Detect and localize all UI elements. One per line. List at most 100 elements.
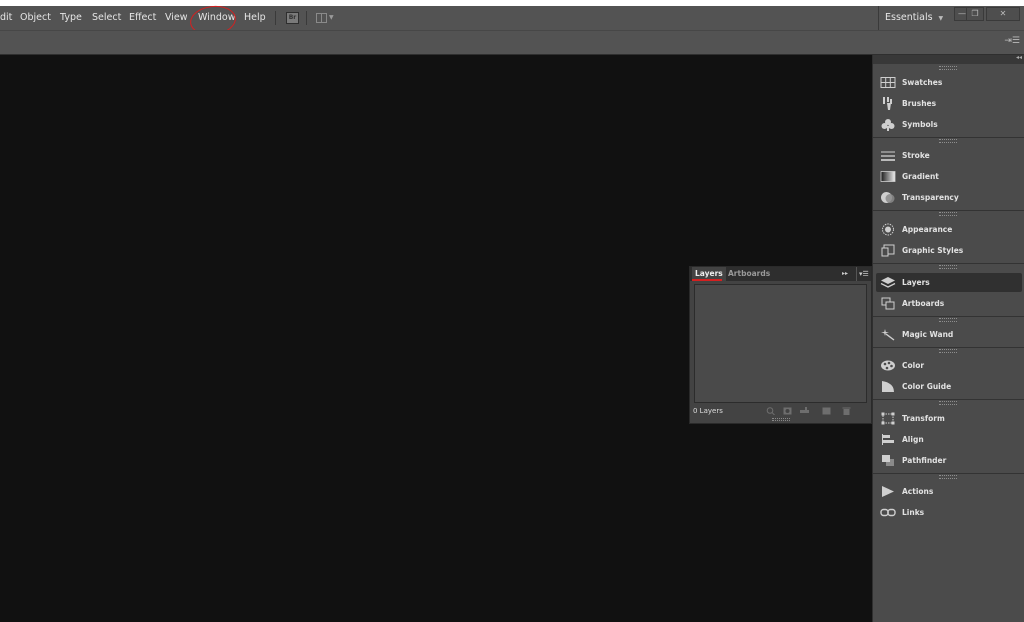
group-grip[interactable] bbox=[873, 264, 1024, 269]
group-grip[interactable] bbox=[873, 348, 1024, 353]
dock-header[interactable]: ◂◂ bbox=[873, 54, 1024, 64]
dock-item-label: Graphic Styles bbox=[902, 246, 964, 255]
tab-layers-highlight bbox=[692, 279, 722, 281]
dock-item-label: Align bbox=[902, 435, 924, 444]
menu-select[interactable]: Select bbox=[92, 6, 121, 30]
magic-wand-icon bbox=[880, 328, 896, 341]
menu-help[interactable]: Help bbox=[244, 6, 266, 30]
create-sublayer-icon[interactable] bbox=[800, 407, 809, 415]
control-bar: ⇥☰ bbox=[0, 30, 1024, 55]
tab-artboards[interactable]: Artboards bbox=[728, 267, 770, 281]
menu-bar: dit Object Type Select Effect View Windo… bbox=[0, 3, 1024, 38]
panel-resize-grip[interactable] bbox=[772, 418, 790, 421]
dock-item-color-guide[interactable]: Color Guide bbox=[876, 377, 1022, 396]
dock-item-label: Layers bbox=[902, 278, 930, 287]
group-grip[interactable] bbox=[873, 65, 1024, 70]
dock-item-label: Links bbox=[902, 508, 925, 517]
links-icon bbox=[880, 506, 896, 519]
align-icon bbox=[880, 433, 896, 446]
dock-item-links[interactable]: Links bbox=[876, 503, 1022, 522]
dock-item-label: Artboards bbox=[902, 299, 945, 308]
menu-separator bbox=[275, 11, 276, 25]
layers-panel-header[interactable]: Layers Artboards ▸▸ ▾☰ bbox=[690, 267, 871, 281]
group-grip[interactable] bbox=[873, 138, 1024, 143]
dock-item-swatches[interactable]: Swatches bbox=[876, 73, 1022, 92]
layers-panel: Layers Artboards ▸▸ ▾☰ 0 Layers bbox=[689, 266, 872, 424]
group-grip[interactable] bbox=[873, 211, 1024, 216]
graphic-styles-icon bbox=[880, 244, 896, 257]
dock-item-label: Pathfinder bbox=[902, 456, 947, 465]
menu-type[interactable]: Type bbox=[60, 6, 82, 30]
color-icon bbox=[880, 359, 896, 372]
dock-item-layers[interactable]: Layers bbox=[876, 273, 1022, 292]
group-grip[interactable] bbox=[873, 317, 1024, 322]
dock-item-color[interactable]: Color bbox=[876, 356, 1022, 375]
pathfinder-icon bbox=[880, 454, 896, 467]
collapse-panel-icon[interactable]: ▸▸ bbox=[842, 267, 848, 281]
actions-icon bbox=[880, 485, 896, 498]
dock-item-transparency[interactable]: Transparency bbox=[876, 188, 1022, 207]
appearance-icon bbox=[880, 223, 896, 236]
swatches-icon bbox=[880, 76, 896, 89]
panel-menu-icon[interactable]: ▾☰ bbox=[856, 267, 869, 281]
dock-item-magic-wand[interactable]: Magic Wand bbox=[876, 325, 1022, 344]
dock-item-appearance[interactable]: Appearance bbox=[876, 220, 1022, 239]
workspace-switcher[interactable]: Essentials ▼ bbox=[878, 6, 943, 30]
dock-item-stroke[interactable]: Stroke bbox=[876, 146, 1022, 165]
dock-item-label: Symbols bbox=[902, 120, 938, 129]
arrange-grid-icon bbox=[316, 13, 327, 23]
dock-item-label: Transform bbox=[902, 414, 945, 423]
restore-button[interactable]: ❐ bbox=[966, 7, 984, 21]
dock-item-transform[interactable]: Transform bbox=[876, 409, 1022, 428]
dock-item-label: Actions bbox=[902, 487, 934, 496]
close-button[interactable]: ✕ bbox=[986, 7, 1020, 21]
transparency-icon bbox=[880, 191, 896, 204]
bridge-button[interactable]: Br bbox=[286, 12, 299, 24]
dock-item-label: Brushes bbox=[902, 99, 937, 108]
menu-view[interactable]: View bbox=[165, 6, 188, 30]
layers-list[interactable] bbox=[694, 284, 867, 403]
layers-icon bbox=[880, 276, 896, 289]
dock-item-gradient[interactable]: Gradient bbox=[876, 167, 1022, 186]
stroke-icon bbox=[880, 149, 896, 162]
make-clipping-mask-icon[interactable] bbox=[783, 407, 792, 415]
dock-item-symbols[interactable]: Symbols bbox=[876, 115, 1022, 134]
dock-item-pathfinder[interactable]: Pathfinder bbox=[876, 451, 1022, 470]
menu-effect[interactable]: Effect bbox=[129, 6, 156, 30]
menu-separator bbox=[306, 11, 307, 25]
menu-edit[interactable]: dit bbox=[0, 6, 12, 30]
collapse-dock-icon[interactable]: ◂◂ bbox=[1016, 54, 1022, 61]
chevron-down-icon: ▼ bbox=[938, 15, 944, 22]
chevron-down-icon: ▼ bbox=[329, 14, 334, 21]
transform-icon bbox=[880, 412, 896, 425]
menu-object[interactable]: Object bbox=[20, 6, 51, 30]
brushes-icon bbox=[880, 97, 896, 110]
trash-icon[interactable] bbox=[842, 407, 851, 415]
artboards-icon bbox=[880, 297, 896, 310]
dock-item-label: Stroke bbox=[902, 151, 930, 160]
dock-item-label: Appearance bbox=[902, 225, 953, 234]
dock-item-label: Color Guide bbox=[902, 382, 952, 391]
new-layer-icon[interactable] bbox=[822, 407, 831, 415]
group-grip[interactable] bbox=[873, 474, 1024, 479]
dock-item-brushes[interactable]: Brushes bbox=[876, 94, 1022, 113]
dock-item-label: Swatches bbox=[902, 78, 943, 87]
dock-item-artboards[interactable]: Artboards bbox=[876, 294, 1022, 313]
layers-count: 0 Layers bbox=[693, 407, 723, 415]
layers-panel-footer: 0 Layers bbox=[690, 405, 871, 417]
dock-item-label: Transparency bbox=[902, 193, 959, 202]
dock-item-label: Color bbox=[902, 361, 925, 370]
panel-dock: ◂◂ Swatches Brushes Symbols Stroke Gradi… bbox=[872, 54, 1024, 622]
locate-object-icon[interactable] bbox=[766, 407, 775, 416]
workspace-label: Essentials bbox=[885, 12, 933, 23]
dock-item-label: Magic Wand bbox=[902, 330, 954, 339]
symbols-icon bbox=[880, 118, 896, 131]
dock-item-graphic-styles[interactable]: Graphic Styles bbox=[876, 241, 1022, 260]
control-bar-menu-icon[interactable]: ⇥☰ bbox=[1004, 36, 1020, 46]
color-guide-icon bbox=[880, 380, 896, 393]
dock-item-align[interactable]: Align bbox=[876, 430, 1022, 449]
arrange-documents-button[interactable]: ▼ bbox=[316, 12, 336, 24]
dock-item-actions[interactable]: Actions bbox=[876, 482, 1022, 501]
dock-item-label: Gradient bbox=[902, 172, 939, 181]
group-grip[interactable] bbox=[873, 400, 1024, 405]
